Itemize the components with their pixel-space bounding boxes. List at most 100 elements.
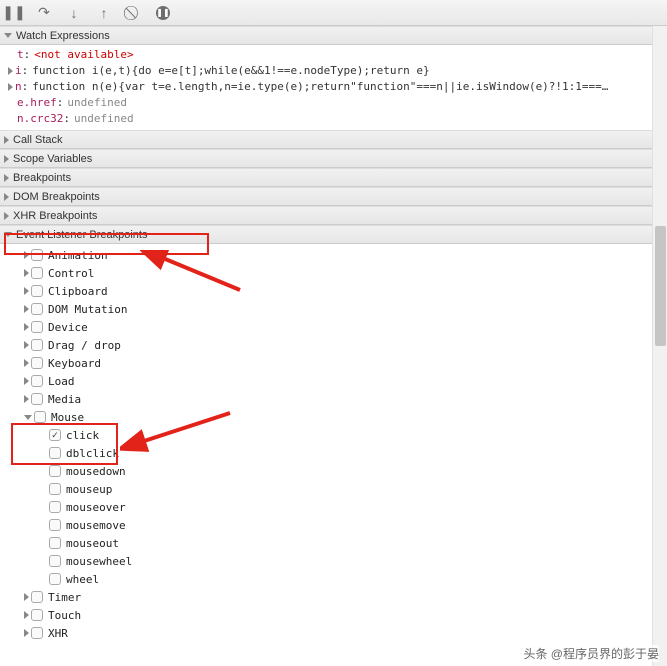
chevron-down-icon bbox=[24, 415, 32, 420]
watch-expressions-body: t: <not available>i: function i(e,t){do … bbox=[0, 45, 652, 130]
event-type-row[interactable]: mouseup bbox=[0, 480, 652, 498]
watch-value: function n(e){var t=e.length,n=ie.type(e… bbox=[32, 79, 608, 95]
section-xhr-breakpoints[interactable]: XHR Breakpoints bbox=[0, 206, 652, 225]
section-dom-breakpoints[interactable]: DOM Breakpoints bbox=[0, 187, 652, 206]
event-category-row[interactable]: Timer bbox=[0, 588, 652, 606]
event-type-row[interactable]: wheel bbox=[0, 570, 652, 588]
watch-expression-row[interactable]: n: function n(e){var t=e.length,n=ie.typ… bbox=[0, 79, 652, 95]
event-type-row[interactable]: mousedown bbox=[0, 462, 652, 480]
event-checkbox[interactable] bbox=[49, 573, 61, 585]
watch-key: i bbox=[15, 63, 22, 79]
event-checkbox[interactable] bbox=[49, 555, 61, 567]
category-checkbox[interactable] bbox=[31, 249, 43, 261]
section-title: Breakpoints bbox=[13, 172, 71, 184]
event-checkbox[interactable] bbox=[49, 465, 61, 477]
event-label: mouseout bbox=[66, 537, 119, 550]
chevron-right-icon bbox=[24, 251, 29, 259]
section-watch-expressions[interactable]: Watch Expressions bbox=[0, 26, 652, 45]
section-title: Event Listener Breakpoints bbox=[16, 229, 147, 241]
watch-expression-row[interactable]: n.crc32: undefined bbox=[0, 111, 652, 127]
category-checkbox[interactable] bbox=[34, 411, 46, 423]
watermark-text: 头条 @程序员界的彭于晏 bbox=[523, 645, 659, 662]
chevron-right-icon bbox=[24, 377, 29, 385]
watch-expression-row[interactable]: t: <not available> bbox=[0, 47, 652, 63]
category-label: Animation bbox=[48, 249, 108, 262]
event-type-row[interactable]: mouseout bbox=[0, 534, 652, 552]
pause-icon[interactable]: ❚❚ bbox=[6, 5, 22, 21]
event-category-row[interactable]: Control bbox=[0, 264, 652, 282]
section-scope-variables[interactable]: Scope Variables bbox=[0, 149, 652, 168]
category-checkbox[interactable] bbox=[31, 285, 43, 297]
event-label: wheel bbox=[66, 573, 99, 586]
scrollbar-thumb[interactable] bbox=[655, 226, 666, 346]
event-type-row[interactable]: dblclick bbox=[0, 444, 652, 462]
category-checkbox[interactable] bbox=[31, 375, 43, 387]
event-category-row[interactable]: DOM Mutation bbox=[0, 300, 652, 318]
category-checkbox[interactable] bbox=[31, 357, 43, 369]
event-type-row[interactable]: mousemove bbox=[0, 516, 652, 534]
chevron-right-icon bbox=[24, 611, 29, 619]
watch-value: <not available> bbox=[34, 47, 133, 63]
category-checkbox[interactable] bbox=[31, 267, 43, 279]
section-title: Call Stack bbox=[13, 134, 63, 146]
section-title: Watch Expressions bbox=[16, 30, 110, 42]
event-checkbox[interactable] bbox=[49, 483, 61, 495]
event-checkbox[interactable] bbox=[49, 537, 61, 549]
event-checkbox[interactable] bbox=[49, 429, 61, 441]
event-label: mousewheel bbox=[66, 555, 132, 568]
category-checkbox[interactable] bbox=[31, 609, 43, 621]
chevron-right-icon bbox=[24, 323, 29, 331]
section-call-stack[interactable]: Call Stack bbox=[0, 130, 652, 149]
event-category-row[interactable]: Animation bbox=[0, 246, 652, 264]
chevron-right-icon bbox=[24, 287, 29, 295]
watch-expression-row[interactable]: e.href: undefined bbox=[0, 95, 652, 111]
event-category-row[interactable]: Clipboard bbox=[0, 282, 652, 300]
event-label: mousemove bbox=[66, 519, 126, 532]
watch-value: function i(e,t){do e=e[t];while(e&&1!==e… bbox=[32, 63, 429, 79]
event-type-row[interactable]: click bbox=[0, 426, 652, 444]
step-out-icon[interactable]: ↑ bbox=[96, 5, 112, 21]
event-category-row[interactable]: Load bbox=[0, 372, 652, 390]
event-label: mouseover bbox=[66, 501, 126, 514]
event-category-row[interactable]: Touch bbox=[0, 606, 652, 624]
watch-value: undefined bbox=[74, 111, 134, 127]
event-label: dblclick bbox=[66, 447, 119, 460]
event-category-row[interactable]: Mouse bbox=[0, 408, 652, 426]
category-checkbox[interactable] bbox=[31, 591, 43, 603]
event-checkbox[interactable] bbox=[49, 519, 61, 531]
step-over-icon[interactable]: ↷ bbox=[36, 5, 52, 21]
event-category-row[interactable]: Drag / drop bbox=[0, 336, 652, 354]
category-checkbox[interactable] bbox=[31, 303, 43, 315]
category-checkbox[interactable] bbox=[31, 321, 43, 333]
category-checkbox[interactable] bbox=[31, 393, 43, 405]
step-into-icon[interactable]: ↓ bbox=[66, 5, 82, 21]
deactivate-breakpoints-icon[interactable]: ⃠ bbox=[126, 5, 142, 21]
vertical-scrollbar[interactable] bbox=[652, 26, 667, 666]
category-checkbox[interactable] bbox=[31, 339, 43, 351]
section-event-listener-breakpoints[interactable]: Event Listener Breakpoints bbox=[0, 225, 652, 244]
category-label: Mouse bbox=[51, 411, 84, 424]
category-label: DOM Mutation bbox=[48, 303, 127, 316]
section-title: Scope Variables bbox=[13, 153, 92, 165]
event-category-row[interactable]: Keyboard bbox=[0, 354, 652, 372]
category-label: Control bbox=[48, 267, 94, 280]
chevron-down-icon bbox=[4, 232, 12, 237]
section-title: DOM Breakpoints bbox=[13, 191, 100, 203]
event-type-row[interactable]: mousewheel bbox=[0, 552, 652, 570]
pause-on-exceptions-icon[interactable]: ❚❚ bbox=[156, 6, 170, 20]
event-category-row[interactable]: XHR bbox=[0, 624, 652, 642]
event-label: click bbox=[66, 429, 99, 442]
section-breakpoints[interactable]: Breakpoints bbox=[0, 168, 652, 187]
watch-expression-row[interactable]: i: function i(e,t){do e=e[t];while(e&&1!… bbox=[0, 63, 652, 79]
chevron-right-icon bbox=[24, 629, 29, 637]
event-category-row[interactable]: Device bbox=[0, 318, 652, 336]
event-type-row[interactable]: mouseover bbox=[0, 498, 652, 516]
event-category-row[interactable]: Media bbox=[0, 390, 652, 408]
chevron-right-icon bbox=[4, 193, 9, 201]
chevron-right-icon bbox=[24, 359, 29, 367]
chevron-right-icon bbox=[4, 155, 9, 163]
category-checkbox[interactable] bbox=[31, 627, 43, 639]
event-checkbox[interactable] bbox=[49, 501, 61, 513]
event-checkbox[interactable] bbox=[49, 447, 61, 459]
chevron-right-icon bbox=[24, 395, 29, 403]
